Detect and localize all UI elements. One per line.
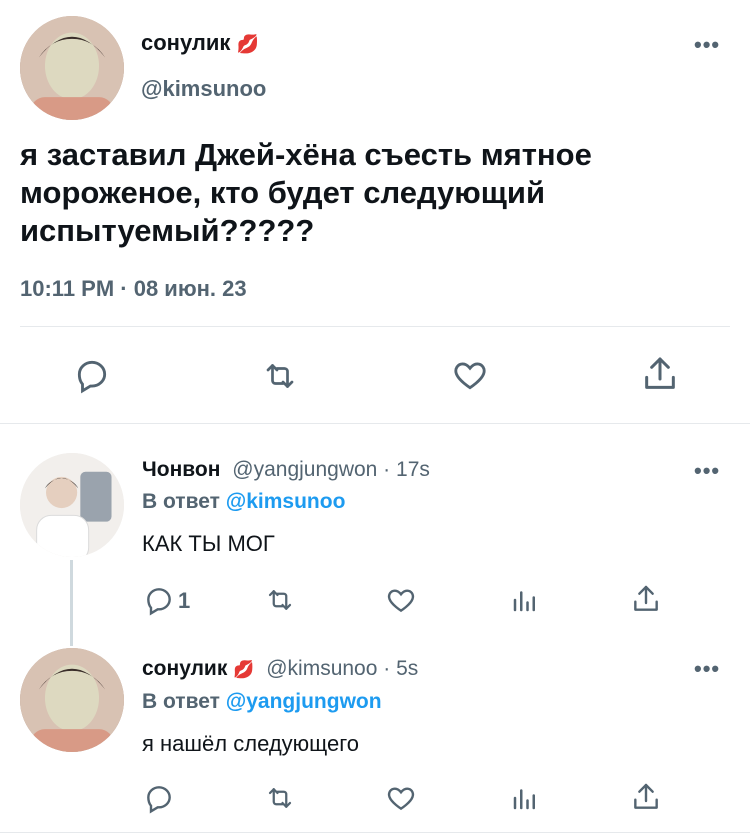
retweet-icon[interactable] [262,585,298,615]
more-horizontal-icon[interactable]: ••• [694,656,720,682]
mention-link[interactable]: @kimsunoo [226,490,346,513]
avatar-yangjungwon[interactable] [20,453,124,557]
kiss-emoji-icon: 💋 [236,34,259,54]
reply2-header: сонулик 💋 @kimsunoo · 5s [142,657,418,681]
share-icon[interactable] [630,583,662,615]
avatar-kimsunoo[interactable] [20,648,124,752]
retweet-icon[interactable] [259,358,301,394]
kiss-emoji-icon: 💋 [233,660,255,679]
divider [20,326,730,327]
more-horizontal-icon[interactable]: ••• [694,32,720,58]
avatar-image [20,648,124,752]
section-divider [0,832,750,833]
share-icon[interactable] [640,354,680,394]
reply2-meta[interactable]: @kimsunoo · 5s [266,657,418,680]
mention-link[interactable]: @yangjungwon [226,690,382,713]
reply2-text: я нашёл следующего [142,731,360,756]
like-icon[interactable] [384,782,418,814]
like-icon[interactable] [384,584,418,616]
avatar-image [20,453,124,557]
avatar-image [20,16,124,120]
retweet-icon[interactable] [262,783,298,813]
tweet-timestamp[interactable]: 10:11 PM · 08 июн. 23 [20,276,247,302]
analytics-icon[interactable] [510,585,540,615]
share-icon[interactable] [630,781,662,813]
analytics-icon[interactable] [510,783,540,813]
like-icon[interactable] [450,356,490,394]
reply-count: 1 [178,588,191,613]
reply2-replying-to: В ответ @yangjungwon [142,690,382,713]
reply-icon[interactable] [142,584,176,616]
tweet-text: я заставил Джей-хёна съесть мятное морож… [20,137,592,248]
reply1-replying-to: В ответ @kimsunoo [142,490,346,513]
reply-icon[interactable] [142,782,176,814]
section-divider [0,423,750,424]
reply-icon[interactable] [72,356,112,394]
main-display-name[interactable]: сонулик 💋 [141,30,259,56]
thread-line [70,560,73,646]
reply1-text: КАК ТЫ МОГ [142,531,275,556]
reply2-display-name[interactable]: сонулик [142,657,227,680]
main-handle[interactable]: @kimsunoo [141,76,266,102]
reply1-meta[interactable]: @yangjungwon · 17s [232,458,430,481]
avatar-kimsunoo[interactable] [20,16,124,120]
reply1-display-name[interactable]: Чонвон [142,458,220,481]
more-horizontal-icon[interactable]: ••• [694,458,720,484]
reply1-header: Чонвон @yangjungwon · 17s [142,458,430,482]
